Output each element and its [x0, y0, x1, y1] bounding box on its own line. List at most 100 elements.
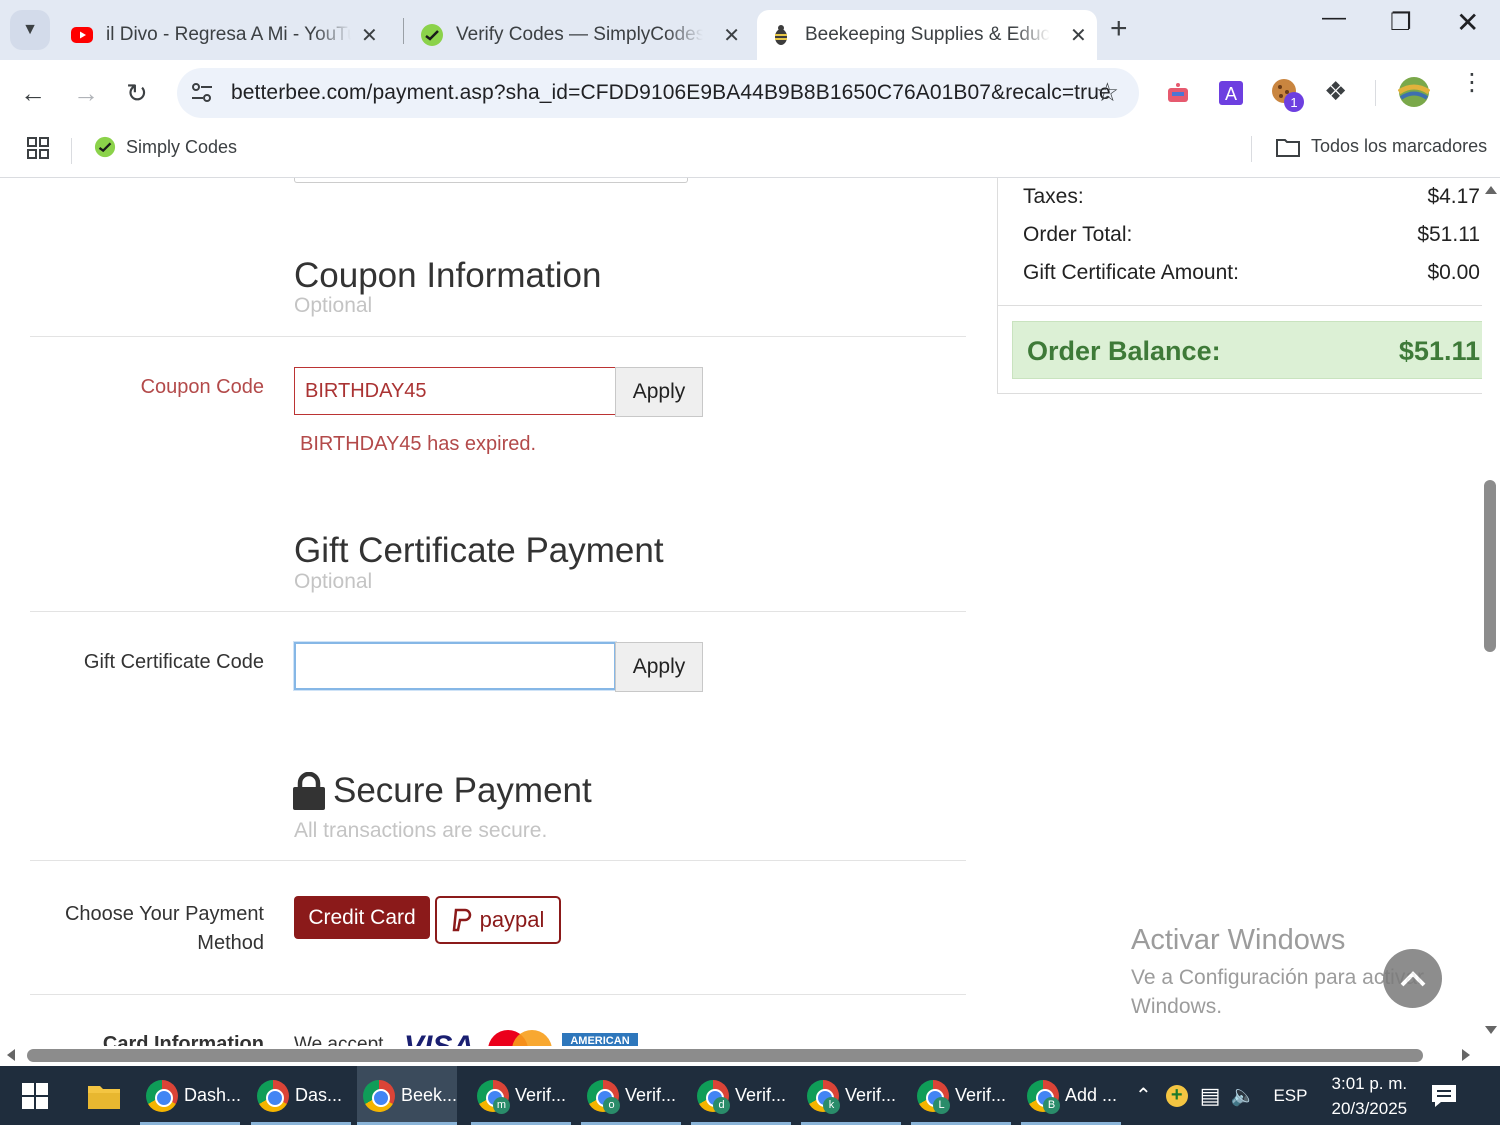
- language-indicator[interactable]: ESP: [1273, 1086, 1307, 1106]
- simplycodes-icon: [94, 136, 116, 158]
- clock[interactable]: 3:01 p. m. 20/3/2025: [1332, 1071, 1408, 1121]
- scroll-up-arrow-icon[interactable]: [1485, 186, 1497, 194]
- summary-divider: [998, 305, 1482, 306]
- arrow-left-icon: ←: [20, 78, 46, 108]
- tab-simplycodes[interactable]: Verify Codes — SimplyCodes ✕: [420, 10, 740, 60]
- clock-time: 3:01 p. m.: [1331, 1073, 1408, 1093]
- taskbar-chrome-window[interactable]: L Verif...: [911, 1066, 1011, 1125]
- extension-a-icon[interactable]: A: [1218, 80, 1244, 106]
- close-icon[interactable]: ✕: [1070, 23, 1087, 48]
- bookmark-simply-codes[interactable]: Simply Codes: [94, 136, 237, 158]
- tab-title: il Divo - Regresa A Mi - YouTube: [106, 24, 351, 45]
- simplycodes-icon: [421, 24, 443, 46]
- chrome-icon: [146, 1079, 178, 1112]
- taskbar-chrome-window[interactable]: Beek...: [357, 1066, 457, 1125]
- taskbar-chrome-window[interactable]: B Add ...: [1021, 1066, 1121, 1125]
- close-icon: ✕: [1456, 7, 1480, 38]
- chevron-up-icon[interactable]: ⌃: [1135, 1083, 1152, 1108]
- taskbar-chrome-window[interactable]: d Verif...: [691, 1066, 791, 1125]
- windows-taskbar: Dash... Das... Beek... m Verif... o Verif... d V…: [0, 1066, 1500, 1125]
- tab-title: Beekeeping Supplies & Education: [805, 24, 1050, 45]
- order-balance: Order Balance: $51.11: [1012, 321, 1482, 379]
- profile-badge: k: [823, 1096, 840, 1114]
- forward-button[interactable]: →: [73, 78, 99, 109]
- tab-search-button[interactable]: ▼: [10, 10, 50, 50]
- browser-menu-button[interactable]: ⋮: [1460, 71, 1484, 95]
- reload-button[interactable]: ↻: [126, 78, 148, 109]
- taskbar-item-label: Dash...: [184, 1085, 242, 1105]
- profile-badge: B: [1043, 1096, 1060, 1114]
- site-info-icon: [192, 83, 212, 102]
- close-window-button[interactable]: ✕: [1456, 6, 1479, 39]
- taskbar-chrome-window[interactable]: m Verif...: [471, 1066, 571, 1125]
- summary-row-order-total: Order Total: $51.11: [1023, 223, 1482, 247]
- bookmarks-bar: Simply Codes Todos los marcadores: [0, 126, 1500, 178]
- credit-card-button[interactable]: Credit Card: [294, 896, 430, 939]
- minimize-button[interactable]: —: [1322, 4, 1346, 32]
- clock-date: 20/3/2025: [1331, 1098, 1408, 1118]
- profile-avatar[interactable]: [1398, 76, 1430, 108]
- close-icon[interactable]: ✕: [723, 23, 740, 48]
- section-divider: [30, 611, 966, 612]
- scroll-down-arrow-icon[interactable]: [1485, 1026, 1497, 1034]
- gift-code-label: Gift Certificate Code: [83, 651, 264, 673]
- network-icon[interactable]: ▤: [1200, 1083, 1221, 1109]
- svg-text:A: A: [1225, 84, 1237, 104]
- gift-section-title: Gift Certificate Payment: [294, 531, 664, 570]
- url-text: betterbee.com/payment.asp?sha_id=CFDD910…: [231, 81, 1111, 104]
- youtube-icon: [71, 27, 93, 43]
- start-button[interactable]: [0, 1066, 70, 1125]
- kebab-menu-icon: ⋮: [1460, 69, 1484, 96]
- chrome-icon: m: [477, 1079, 510, 1114]
- coupon-code-input[interactable]: [294, 367, 616, 415]
- taskbar-item-label: Verif...: [515, 1085, 567, 1105]
- taskbar-item-label: Das...: [295, 1085, 343, 1105]
- extension-cookie-button[interactable]: 1: [1271, 78, 1305, 112]
- all-bookmarks-label: Todos los marcadores: [1311, 136, 1488, 156]
- coupon-apply-button[interactable]: Apply: [615, 367, 703, 417]
- restore-button[interactable]: ❐: [1390, 8, 1412, 37]
- coupon-error-message: BIRTHDAY45 has expired.: [300, 433, 537, 455]
- order-balance-value: $51.11: [1398, 336, 1480, 366]
- taskbar-chrome-window[interactable]: Dash...: [140, 1066, 242, 1125]
- bookmarks-divider: [1251, 136, 1252, 162]
- back-button[interactable]: ←: [20, 78, 46, 109]
- scroll-to-top-button[interactable]: [1383, 949, 1442, 1008]
- extension-robot-icon[interactable]: [1165, 80, 1191, 106]
- address-bar[interactable]: betterbee.com/payment.asp?sha_id=CFDD910…: [177, 68, 1139, 118]
- bookmark-star-icon[interactable]: ☆: [1096, 77, 1119, 108]
- gift-apply-button[interactable]: Apply: [615, 642, 703, 692]
- tab-youtube[interactable]: il Divo - Regresa A Mi - YouTube ✕: [70, 10, 390, 60]
- taskbar-item-label: Add ...: [1065, 1085, 1118, 1105]
- horizontal-scrollbar-thumb[interactable]: [27, 1049, 1423, 1062]
- section-divider: [30, 860, 966, 861]
- chrome-icon: B: [1027, 1079, 1060, 1114]
- apps-button[interactable]: [26, 136, 50, 160]
- volume-icon[interactable]: 🔈: [1231, 1083, 1256, 1108]
- payment-page: Coupon Information Optional Coupon Code …: [0, 178, 1482, 1046]
- chrome-icon: o: [587, 1079, 620, 1114]
- scroll-right-arrow-icon[interactable]: [1462, 1049, 1470, 1061]
- tab-betterbee[interactable]: Beekeeping Supplies & Education ✕: [757, 10, 1097, 60]
- chrome-icon: k: [807, 1079, 840, 1114]
- taskbar-chrome-window[interactable]: Das...: [251, 1066, 351, 1125]
- windows-activation-watermark: Activar Windows Ve a Configuración para …: [1131, 924, 1424, 1021]
- tray-app-icon[interactable]: +: [1165, 1084, 1188, 1107]
- minimize-icon: —: [1322, 4, 1346, 31]
- gift-code-input[interactable]: [294, 642, 616, 690]
- scroll-left-arrow-icon[interactable]: [7, 1049, 15, 1061]
- section-divider: [30, 336, 966, 337]
- paypal-button[interactable]: paypal: [435, 896, 561, 944]
- notifications-icon[interactable]: [1431, 1084, 1457, 1108]
- summary-value: $51.11: [1417, 223, 1480, 246]
- taskbar-chrome-window[interactable]: o Verif...: [581, 1066, 681, 1125]
- vertical-scrollbar-thumb[interactable]: [1484, 480, 1496, 652]
- new-tab-button[interactable]: +: [1110, 12, 1128, 46]
- taskbar-chrome-window[interactable]: k Verif...: [801, 1066, 901, 1125]
- payment-method-label-line1: Choose Your Payment: [64, 903, 264, 925]
- extensions-button[interactable]: ❖: [1324, 76, 1347, 107]
- all-bookmarks-button[interactable]: Todos los marcadores: [1276, 136, 1487, 157]
- mastercard-logo: [488, 1030, 552, 1046]
- close-icon[interactable]: ✕: [361, 23, 378, 48]
- file-explorer-button[interactable]: [72, 1066, 136, 1125]
